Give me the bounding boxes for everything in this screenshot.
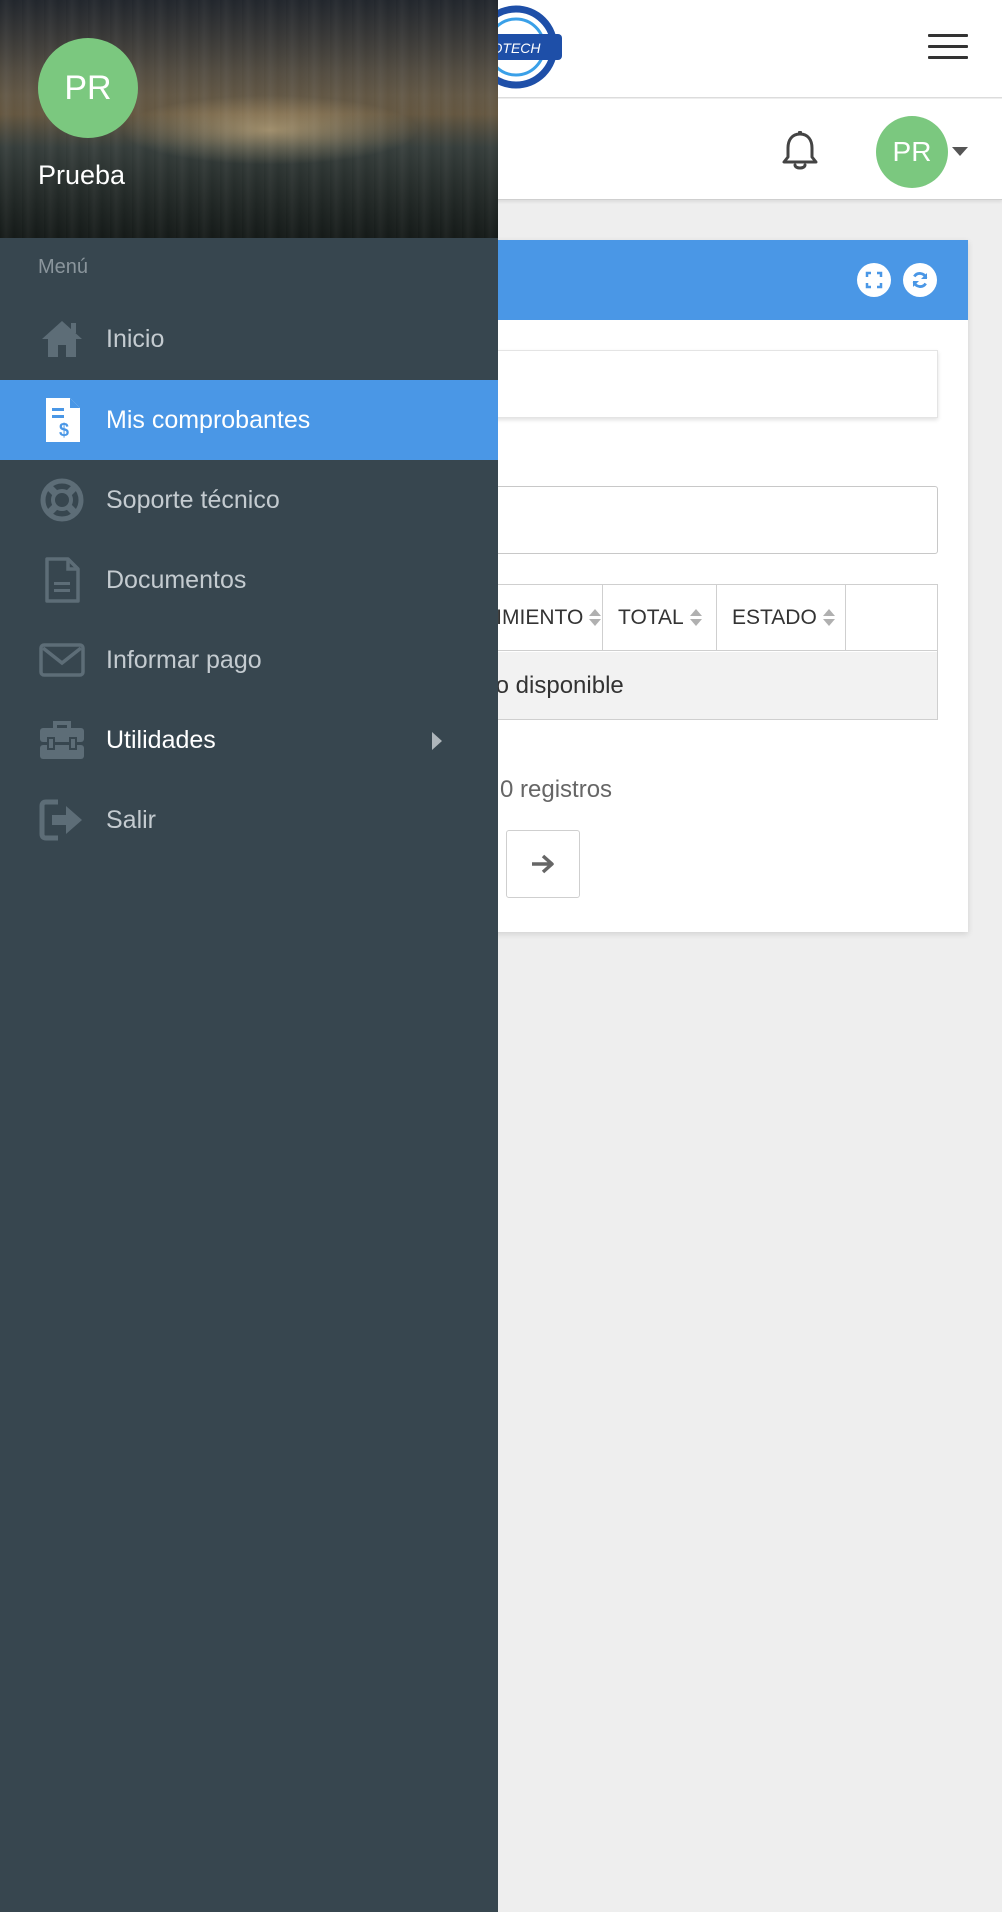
column-divider xyxy=(716,585,717,651)
menu-section-label: Menú xyxy=(38,256,89,278)
sidebar-item-informar-pago[interactable]: Informar pago xyxy=(0,620,498,700)
lifebuoy-icon xyxy=(38,476,86,524)
table-row: tro disponible xyxy=(481,652,937,719)
sort-icon xyxy=(689,609,702,627)
sidebar-item-label: Informar pago xyxy=(106,645,262,674)
column-header[interactable]: ESTADO xyxy=(732,585,835,651)
sidebar-profile-header: PR Prueba xyxy=(0,0,498,238)
hamburger-line xyxy=(928,45,968,48)
svg-text:$: $ xyxy=(59,420,69,440)
expand-icon xyxy=(865,271,883,289)
sidebar-item-inicio[interactable]: Inicio xyxy=(0,299,498,379)
data-table: CIMIENTO TOTAL ESTADO tro disponible xyxy=(480,584,938,720)
sidebar-item-label: Inicio xyxy=(106,324,165,353)
sidebar-avatar[interactable]: PR xyxy=(38,38,138,138)
empty-table-message: tro disponible xyxy=(481,671,624,699)
sidebar-avatar-initials: PR xyxy=(64,68,112,107)
user-avatar-button[interactable]: PR xyxy=(876,116,948,188)
logo-text: OTECH xyxy=(492,40,542,56)
sidebar-item-label: Utilidades xyxy=(106,725,216,754)
user-menu-chevron-down-icon[interactable] xyxy=(952,147,968,156)
user-avatar-initials: PR xyxy=(892,136,932,167)
header-background-image xyxy=(120,95,420,165)
column-divider xyxy=(845,585,846,651)
column-header[interactable]: TOTAL xyxy=(618,585,702,651)
sidebar-item-mis-comprobantes[interactable]: $ Mis comprobantes xyxy=(0,380,498,460)
envelope-icon xyxy=(38,636,86,684)
document-icon xyxy=(38,556,86,604)
home-icon xyxy=(38,315,86,363)
hamburger-menu-button[interactable] xyxy=(928,34,968,60)
filter-box[interactable] xyxy=(480,350,938,418)
sidebar-item-label: Soporte técnico xyxy=(106,485,280,514)
invoice-icon: $ xyxy=(38,396,86,444)
hamburger-line xyxy=(928,34,968,37)
expand-panel-button[interactable] xyxy=(857,263,891,297)
toolbox-icon xyxy=(38,716,86,764)
table-header: CIMIENTO TOTAL ESTADO xyxy=(481,585,937,651)
notification-bell-icon[interactable] xyxy=(780,130,820,172)
sidebar-item-label: Salir xyxy=(106,805,157,834)
sort-icon xyxy=(589,609,602,627)
arrow-right-icon xyxy=(532,854,554,874)
chevron-right-icon xyxy=(432,732,442,750)
sidebar-item-soporte-tecnico[interactable]: Soporte técnico xyxy=(0,460,498,540)
sidebar-item-salir[interactable]: Salir xyxy=(0,780,498,860)
panel-header xyxy=(480,240,968,320)
sidebar-item-label: Documentos xyxy=(106,565,247,594)
refresh-icon xyxy=(912,272,928,288)
content-panel: CIMIENTO TOTAL ESTADO tro disponible o 0… xyxy=(480,240,968,932)
column-header-label: ESTADO xyxy=(732,606,817,629)
hamburger-line xyxy=(928,56,968,59)
sidebar-item-utilidades[interactable]: Utilidades xyxy=(0,700,498,780)
sidebar-drawer: PR Prueba Menú Inicio $ Mis comprobantes… xyxy=(0,0,498,1912)
sidebar-item-label: Mis comprobantes xyxy=(106,405,311,434)
next-page-button[interactable] xyxy=(506,830,580,898)
sidebar-item-documentos[interactable]: Documentos xyxy=(0,540,498,620)
column-header-label: TOTAL xyxy=(618,606,684,629)
records-info: o 0 registros xyxy=(480,776,613,803)
search-input[interactable] xyxy=(480,486,938,554)
sign-out-icon xyxy=(38,796,86,844)
refresh-panel-button[interactable] xyxy=(903,263,937,297)
column-header[interactable]: CIMIENTO xyxy=(481,585,602,651)
column-divider xyxy=(602,585,603,651)
sort-icon xyxy=(822,609,835,627)
sidebar-user-name: Prueba xyxy=(38,160,126,190)
